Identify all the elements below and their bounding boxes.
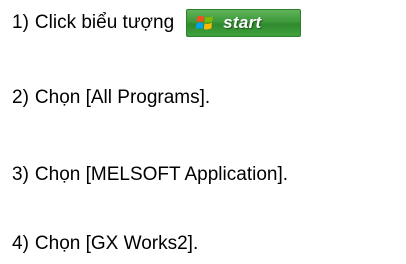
step-number: 3) <box>12 164 29 185</box>
step-1: 1) Click biểu tượng start <box>12 9 302 37</box>
step-3: 3) Chọn [MELSOFT Application]. <box>12 163 288 187</box>
step-number: 1) <box>12 12 29 33</box>
start-button[interactable]: start <box>186 9 302 37</box>
windows-logo-icon <box>196 15 214 30</box>
step-text: Click biểu tượng <box>34 12 175 33</box>
step-number: 2) <box>12 87 29 108</box>
step-text: Chọn [GX Works2]. <box>34 233 199 254</box>
step-text: Chọn [MELSOFT Application]. <box>34 164 289 185</box>
instruction-list: 1) Click biểu tượng start 2) Chọn [All P… <box>0 0 406 264</box>
start-button-label: start <box>223 13 262 32</box>
step-text: Chọn [All Programs]. <box>34 87 211 108</box>
step-2: 2) Chọn [All Programs]. <box>12 86 210 110</box>
step-number: 4) <box>12 233 29 254</box>
step-4: 4) Chọn [GX Works2]. <box>12 232 198 256</box>
